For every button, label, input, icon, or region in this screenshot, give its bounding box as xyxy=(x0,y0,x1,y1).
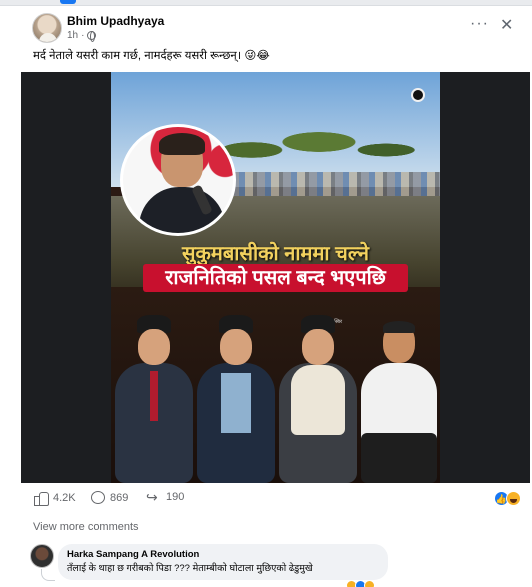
share-icon: ↪ xyxy=(146,489,158,505)
like-count: 4.2K xyxy=(53,491,76,504)
leader-figure-4 xyxy=(359,313,439,483)
haha-reaction-icon xyxy=(506,491,521,506)
image-headline-1: सुकुमबासीको नाममा चल्ने xyxy=(182,243,369,265)
comment-thread-line xyxy=(41,569,55,581)
meta-separator: · xyxy=(81,30,85,41)
close-button[interactable]: ✕ xyxy=(500,15,513,35)
leader-figure-3 xyxy=(277,313,359,483)
commenter-name[interactable]: Harka Sampang A Revolution xyxy=(67,549,199,560)
image-headline-2: राजनितिको पसल बन्द भएपछि xyxy=(143,264,408,292)
like-button[interactable]: 4.2K xyxy=(34,491,76,506)
post-time[interactable]: 1h xyxy=(67,30,78,41)
comment-reactions[interactable] xyxy=(346,580,375,587)
portrait-inset xyxy=(120,124,236,236)
leader-figure-1 xyxy=(113,313,195,483)
image-settlement xyxy=(231,172,440,198)
author-avatar[interactable] xyxy=(32,13,62,43)
channel-logo xyxy=(411,88,425,102)
share-button[interactable]: ↪ 190 xyxy=(146,489,185,505)
post-stats-bar: 4.2K 869 ↪ 190 👍 xyxy=(0,487,532,511)
globe-icon[interactable] xyxy=(87,31,97,42)
comment-text: तँलाई के थाहा छ गरीबको पिडा ??? मेताम्बी… xyxy=(67,563,313,574)
reaction-summary[interactable]: 👍 xyxy=(494,491,521,506)
post-meta: 1h · xyxy=(67,30,97,42)
portrait-hair xyxy=(159,133,205,155)
leaders-group xyxy=(111,294,440,483)
view-more-comments-link[interactable]: View more comments xyxy=(33,521,139,533)
comment-count: 869 xyxy=(110,491,129,504)
post-header: Bhim Upadhyaya 1h · ··· ✕ xyxy=(0,10,532,44)
top-bar xyxy=(0,0,532,6)
comment-icon xyxy=(91,491,105,504)
commenter-avatar[interactable] xyxy=(30,544,54,568)
author-name[interactable]: Bhim Upadhyaya xyxy=(67,14,164,28)
share-count: 190 xyxy=(166,491,185,503)
leader-figure-2 xyxy=(195,313,277,483)
care-reaction-icon xyxy=(364,580,375,587)
post-caption: मर्द नेताले यसरी काम गर्छ, नामर्दहरू यसर… xyxy=(33,50,270,62)
like-icon xyxy=(34,491,49,506)
comment-button[interactable]: 869 xyxy=(91,491,128,504)
more-options-button[interactable]: ··· xyxy=(470,15,489,33)
post-image[interactable]: सुकुमबासीको नाममा चल्ने राजनितिको पसल बन… xyxy=(111,72,440,483)
active-tab-indicator xyxy=(60,0,76,4)
